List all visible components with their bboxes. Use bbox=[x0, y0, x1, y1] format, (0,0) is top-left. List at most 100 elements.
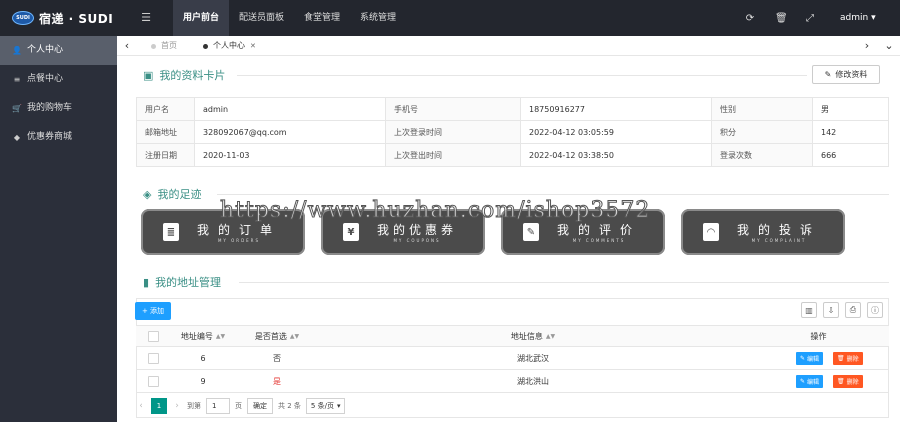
column-label: 是否首选 bbox=[254, 331, 287, 341]
sidebar-item-personal-center[interactable]: 👤 个人中心 bbox=[0, 36, 117, 65]
tab-personal-center[interactable]: 个人中心 ✕ bbox=[203, 36, 256, 56]
trash-icon[interactable]: 🗑 bbox=[775, 13, 788, 24]
building-icon: ▮ bbox=[143, 275, 150, 289]
footprint-buttons: ≣ 我的订单 MY ORDERS ¥ 我的优惠券 MY COUPONS ✎ 我的… bbox=[141, 209, 851, 255]
coupon-icon: ¥ bbox=[343, 223, 359, 241]
tab-label: 个人中心 bbox=[213, 41, 245, 50]
sort-icon: ▲▼ bbox=[215, 332, 226, 340]
column-header-id[interactable]: 地址编号 ▲▼ bbox=[170, 326, 236, 346]
table-row: 9 是 湖北洪山 ✎ 编辑 🗑 删除 bbox=[136, 370, 889, 393]
button-sublabel: MY COUPONS bbox=[393, 238, 441, 243]
section-divider bbox=[239, 282, 889, 283]
button-sublabel: MY COMPLAINT bbox=[751, 238, 807, 243]
page-input[interactable]: 1 bbox=[206, 398, 230, 414]
profile-label: 积分 bbox=[711, 120, 813, 144]
user-menu[interactable]: admin ▾ bbox=[840, 0, 876, 36]
row-checkbox-cell bbox=[136, 370, 170, 392]
profile-value: 666 bbox=[812, 143, 889, 167]
topnav-courier-panel[interactable]: 配送员面板 bbox=[229, 0, 294, 36]
profile-label: 注册日期 bbox=[136, 143, 195, 167]
confirm-page-button[interactable]: 确定 bbox=[247, 398, 273, 414]
button-text: 我的投诉 MY COMPLAINT bbox=[737, 221, 821, 243]
delete-button[interactable]: 🗑 删除 bbox=[833, 351, 863, 365]
footprint-section-title: ◈ 我的足迹 bbox=[143, 186, 201, 202]
cell-info: 湖北武汉 bbox=[517, 353, 549, 363]
chevron-left-icon[interactable]: ‹ bbox=[117, 36, 137, 56]
tab-bar: ‹ 首页 个人中心 ✕ › ⌄ bbox=[117, 36, 900, 56]
button-label: 我的优惠券 bbox=[377, 223, 458, 237]
my-comments-button[interactable]: ✎ 我的评价 MY COMMENTS bbox=[501, 209, 665, 255]
profile-label: 邮箱地址 bbox=[136, 120, 195, 144]
columns-icon[interactable]: ▥ bbox=[801, 302, 817, 318]
table-header: 地址编号 ▲▼ 是否首选 ▲▼ 地址信息 ▲▼ 操作 bbox=[136, 325, 889, 347]
sidebar-item-order-center[interactable]: ≡ 点餐中心 bbox=[0, 65, 117, 94]
profile-value: 2020-11-03 bbox=[194, 143, 386, 167]
pagination: ‹ 1 › 到第 1 页 确定 共 2 条 5 条/页 ▾ bbox=[136, 397, 346, 415]
tag-icon: ◆ bbox=[13, 133, 21, 142]
cell-preferred: 是 bbox=[273, 376, 281, 386]
cell-info: 湖北洪山 bbox=[517, 376, 549, 386]
chevron-down-icon[interactable]: ⌄ bbox=[879, 36, 899, 56]
sidebar-item-label: 个人中心 bbox=[27, 45, 64, 55]
my-complaints-button[interactable]: ◠ 我的投诉 MY COMPLAINT bbox=[681, 209, 845, 255]
prev-page-icon[interactable]: ‹ bbox=[136, 401, 146, 411]
chevron-right-icon[interactable]: › bbox=[857, 36, 877, 56]
table-row: 6 否 湖北武汉 ✎ 编辑 🗑 删除 bbox=[136, 347, 889, 370]
column-header-info[interactable]: 地址信息 ▲▼ bbox=[318, 326, 748, 346]
fullscreen-icon[interactable]: ⤢ bbox=[805, 13, 815, 24]
profile-value: 18750916277 bbox=[520, 97, 712, 121]
sidebar-item-coupon-mall[interactable]: ◆ 优惠券商城 bbox=[0, 123, 117, 152]
profile-label: 用户名 bbox=[136, 97, 195, 121]
profile-label: 手机号 bbox=[385, 97, 521, 121]
menu-icon[interactable]: ☰ bbox=[140, 11, 152, 25]
logo-badge: SUDI bbox=[12, 11, 34, 25]
delete-button[interactable]: 🗑 删除 bbox=[833, 374, 863, 388]
total-count: 共 2 条 bbox=[278, 402, 301, 410]
export-icon[interactable]: ⇩ bbox=[823, 302, 839, 318]
brand-logo[interactable]: SUDI 宿递 · SUDI bbox=[0, 0, 117, 36]
row-checkbox[interactable] bbox=[147, 375, 159, 387]
top-nav: 用户前台 配送员面板 食堂管理 系统管理 bbox=[173, 0, 406, 36]
tab-home[interactable]: 首页 bbox=[151, 36, 177, 56]
refresh-icon[interactable]: ⟳ bbox=[745, 13, 755, 24]
my-coupons-button[interactable]: ¥ 我的优惠券 MY COUPONS bbox=[321, 209, 485, 255]
profile-value: 142 bbox=[812, 120, 889, 144]
profile-label: 上次登出时间 bbox=[385, 143, 521, 167]
close-icon[interactable]: ✕ bbox=[250, 36, 256, 56]
sidebar-item-cart[interactable]: 🛒 我的购物车 bbox=[0, 94, 117, 123]
table-toolbar: ▥ ⇩ ⎙ ⓘ bbox=[801, 302, 883, 318]
list-icon: ≡ bbox=[13, 75, 21, 84]
topnav-user-frontend[interactable]: 用户前台 bbox=[173, 0, 230, 36]
current-page[interactable]: 1 bbox=[151, 398, 167, 414]
user-name: admin bbox=[840, 13, 869, 23]
row-checkbox-cell bbox=[136, 347, 170, 369]
info-icon[interactable]: ⓘ bbox=[867, 302, 883, 318]
print-icon[interactable]: ⎙ bbox=[845, 302, 861, 318]
edit-button[interactable]: ✎ 编辑 bbox=[796, 351, 824, 365]
select-all-checkbox[interactable] bbox=[147, 330, 159, 342]
edit-button[interactable]: ✎ 编辑 bbox=[796, 374, 824, 388]
profile-label: 性别 bbox=[711, 97, 813, 121]
profile-row: 邮箱地址 328092067@qq.com 上次登录时间 2022-04-12 … bbox=[136, 120, 889, 144]
edit-icon: ✎ bbox=[523, 223, 539, 241]
button-sublabel: MY COMMENTS bbox=[572, 238, 626, 243]
row-checkbox[interactable] bbox=[147, 352, 159, 364]
topnav-system-management[interactable]: 系统管理 bbox=[350, 0, 406, 36]
my-orders-button[interactable]: ≣ 我的订单 MY ORDERS bbox=[141, 209, 305, 255]
topnav-canteen-management[interactable]: 食堂管理 bbox=[294, 0, 350, 36]
profile-label: 登录次数 bbox=[711, 143, 813, 167]
page-size-select[interactable]: 5 条/页 ▾ bbox=[305, 398, 346, 414]
edit-label: 编辑 bbox=[807, 378, 820, 386]
cell-id: 9 bbox=[200, 376, 206, 386]
profile-value: admin bbox=[194, 97, 386, 121]
header-checkbox-cell bbox=[136, 326, 170, 346]
profile-label: 上次登录时间 bbox=[385, 120, 521, 144]
column-header-preferred[interactable]: 是否首选 ▲▼ bbox=[236, 326, 318, 346]
brand-name: 宿递 · SUDI bbox=[39, 11, 114, 26]
add-address-button[interactable]: + 添加 bbox=[135, 302, 171, 320]
top-bar: SUDI 宿递 · SUDI ☰ 用户前台 配送员面板 食堂管理 系统管理 ⟳ … bbox=[0, 0, 900, 36]
column-label: 操作 bbox=[810, 331, 827, 341]
column-header-actions: 操作 bbox=[748, 326, 889, 346]
edit-profile-button[interactable]: ✎ 修改资料 bbox=[812, 65, 880, 84]
next-page-icon[interactable]: › bbox=[172, 401, 182, 411]
